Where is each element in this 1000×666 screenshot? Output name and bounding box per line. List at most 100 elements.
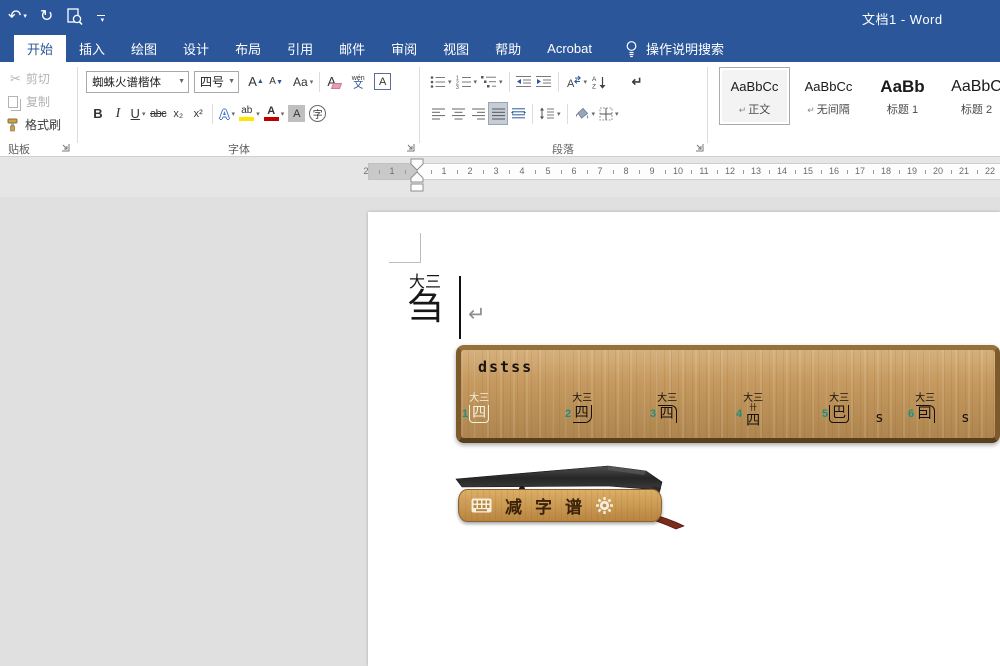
enclose-characters-button[interactable]: 字: [307, 102, 328, 125]
separator: [558, 72, 559, 92]
ime-candidate-5[interactable]: 5大三巴s: [822, 394, 884, 426]
multilevel-list-button[interactable]: ▾: [479, 70, 505, 93]
strikethrough-button[interactable]: abc: [148, 102, 168, 125]
tab-layout[interactable]: 布局: [222, 35, 274, 62]
ime-candidate-3[interactable]: 3大三四: [650, 394, 677, 423]
increase-indent-button[interactable]: [534, 70, 554, 93]
superscript-button[interactable]: x²: [188, 102, 208, 125]
group-separator: [419, 67, 420, 143]
tab-mailings[interactable]: 邮件: [326, 35, 378, 62]
align-center-button[interactable]: [448, 102, 468, 125]
style-heading-2[interactable]: AaBbC 标题 2: [941, 67, 1000, 125]
tab-home[interactable]: 开始: [14, 35, 66, 62]
ruler-tick: [899, 170, 900, 174]
style-normal[interactable]: AaBbCc ↵正文: [719, 67, 790, 125]
ime-candidate-2[interactable]: 2大三四: [565, 394, 592, 423]
ime-candidate-6[interactable]: 6大三囙s: [908, 394, 970, 426]
clipboard-dialog-launcher[interactable]: [60, 142, 71, 153]
cut-button[interactable]: ✂ 剪切: [10, 70, 50, 87]
paragraph-dialog-launcher[interactable]: [694, 142, 705, 153]
font-row-2: B I U▾ abc x₂ x² A▾ ab▾ A▾ A 字: [88, 102, 328, 125]
text-highlight-button[interactable]: ab▾: [237, 102, 262, 125]
numbering-button[interactable]: 123 ▾: [454, 70, 480, 93]
show-hide-marks-button[interactable]: ↵: [627, 70, 647, 93]
phonetic-guide-button[interactable]: wén 文: [348, 70, 368, 93]
character-border-button[interactable]: A: [372, 70, 393, 93]
print-preview-icon[interactable]: [66, 7, 84, 27]
ruler-tick: [509, 170, 510, 174]
ruler-number: 17: [855, 165, 865, 178]
customize-quick-access-icon[interactable]: ▾: [97, 15, 105, 24]
shrink-font-button[interactable]: A▲: [266, 70, 286, 93]
text-cursor: [459, 276, 461, 339]
font-dialog-launcher[interactable]: [405, 142, 416, 153]
justify-button[interactable]: [488, 102, 508, 125]
ruler-tick: [613, 170, 614, 174]
jianzipu-glyph: 大三卄四: [743, 394, 763, 430]
font-name-combo[interactable]: 蜘蛛火谱楷体▼: [86, 71, 189, 93]
scissors-icon: ✂: [10, 71, 21, 87]
line-spacing-button[interactable]: ▾: [537, 102, 563, 125]
change-case-button[interactable]: Aa▾: [291, 70, 315, 93]
tab-help[interactable]: 帮助: [482, 35, 534, 62]
align-right-button[interactable]: [468, 102, 488, 125]
font-size-combo[interactable]: 四号▼: [194, 71, 239, 93]
decrease-indent-button[interactable]: [514, 70, 534, 93]
ruler-number: 16: [829, 165, 839, 178]
undo-button[interactable]: ↶▾: [8, 5, 27, 29]
tab-acrobat[interactable]: Acrobat: [534, 35, 605, 62]
gear-icon[interactable]: [595, 496, 614, 515]
keyboard-icon[interactable]: [471, 498, 492, 513]
tell-me-search[interactable]: 操作说明搜索: [625, 35, 724, 62]
candidate-number: 2: [565, 408, 571, 420]
shading-button[interactable]: ▾: [572, 102, 598, 125]
font-color-button[interactable]: A▾: [262, 102, 287, 125]
repeat-icon[interactable]: ↻: [40, 5, 53, 29]
borders-button[interactable]: ▾: [597, 102, 621, 125]
jianzipu-glyph: 大三四: [572, 394, 592, 423]
grow-font-button[interactable]: A▲: [246, 70, 266, 93]
horizontal-ruler[interactable]: 2112345678910111213141516171819202122: [0, 157, 1000, 197]
return-mark-icon: ↵: [807, 105, 815, 115]
tab-view[interactable]: 视图: [430, 35, 482, 62]
ime-candidate-1[interactable]: 1大三四: [462, 394, 489, 423]
underline-button[interactable]: U▾: [128, 102, 148, 125]
tab-design[interactable]: 设计: [170, 35, 222, 62]
subscript-button[interactable]: x₂: [168, 102, 188, 125]
sort-icon: AZ: [592, 75, 607, 89]
paragraph-mark: ↵: [468, 302, 486, 327]
asian-layout-button[interactable]: A ▾: [563, 70, 590, 93]
style-no-spacing[interactable]: AaBbCc ↵无间隔: [793, 67, 864, 125]
style-heading-1[interactable]: AaBb 标题 1: [867, 67, 938, 125]
text-effects-button[interactable]: A▾: [217, 102, 237, 125]
copy-button[interactable]: 复制: [8, 93, 50, 110]
separator: [532, 104, 533, 124]
ruler-number: 1: [389, 165, 394, 178]
ime-status-toolbar[interactable]: 减 字 谱: [448, 462, 698, 532]
align-left-button[interactable]: [428, 102, 448, 125]
italic-button[interactable]: I: [108, 102, 128, 125]
tab-references[interactable]: 引用: [274, 35, 326, 62]
font-group-label: 字体: [228, 141, 250, 157]
sort-button[interactable]: AZ: [589, 70, 609, 93]
bold-button[interactable]: B: [88, 102, 108, 125]
character-shading-button[interactable]: A: [286, 102, 307, 125]
ime-candidate-panel[interactable]: dstss 1大三四2大三四3大三四4大三卄四5大三巴s6大三囙s: [456, 345, 1000, 443]
tab-insert[interactable]: 插入: [66, 35, 118, 62]
ime-name-char: 谱: [565, 493, 582, 518]
ruler-number: 5: [545, 165, 550, 178]
tab-review[interactable]: 审阅: [378, 35, 430, 62]
ruler-tick: [743, 170, 744, 174]
ruler-number: 8: [623, 165, 628, 178]
clear-formatting-button[interactable]: A: [324, 70, 344, 93]
increase-indent-icon: [536, 75, 552, 88]
format-painter-button[interactable]: 格式刷: [6, 116, 61, 133]
indent-markers[interactable]: [409, 158, 425, 196]
distribute-button[interactable]: [508, 102, 528, 125]
tab-draw[interactable]: 绘图: [118, 35, 170, 62]
ime-candidate-4[interactable]: 4大三卄四: [736, 394, 763, 430]
tell-me-label: 操作说明搜索: [646, 39, 724, 58]
candidate-number: 5: [822, 408, 828, 420]
bullets-button[interactable]: ▾: [428, 70, 454, 93]
jianzipu-glyph: 大三四: [657, 394, 677, 423]
